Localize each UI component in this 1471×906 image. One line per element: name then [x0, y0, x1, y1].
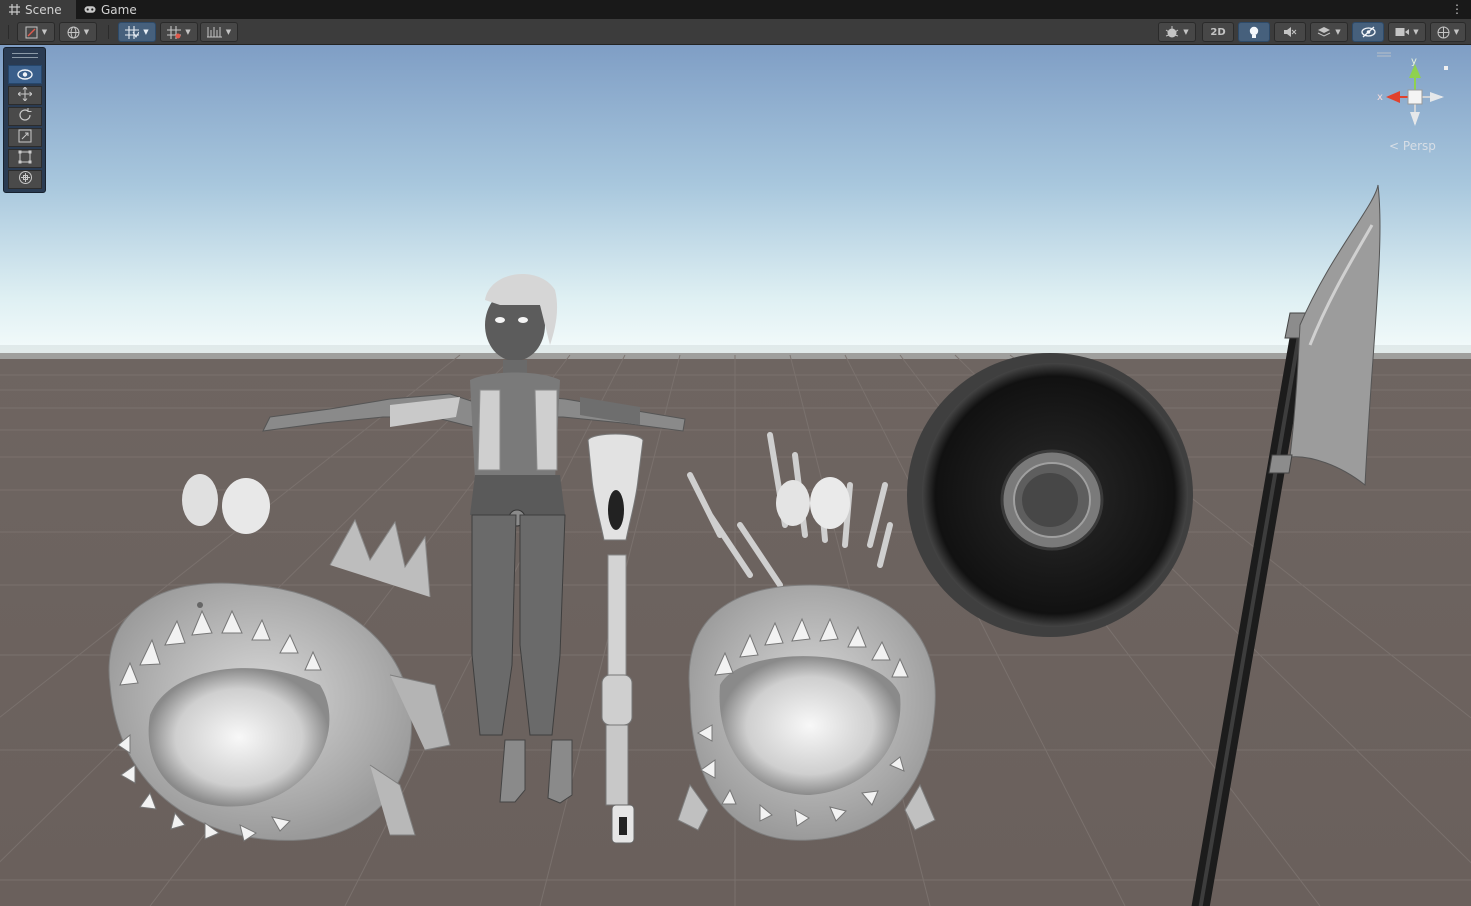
eye-slash-icon [1360, 26, 1376, 38]
camera-dropdown[interactable]: ▼ [1388, 22, 1426, 42]
speaker-muted-icon [1283, 26, 1297, 38]
rotate-icon [18, 107, 32, 126]
chevron-down-icon: ▼ [1413, 28, 1419, 36]
rotate-tool-button[interactable] [8, 107, 42, 126]
chevron-down-icon: ▼ [1183, 28, 1189, 36]
rect-transform-icon [18, 149, 32, 168]
camera-icon [1395, 27, 1410, 37]
gizmos-dropdown[interactable]: ▼ [1158, 22, 1196, 42]
tab-scene[interactable]: Scene [0, 0, 76, 19]
grid-icon [8, 4, 20, 16]
chevron-down-icon: ▼ [143, 28, 149, 36]
axis-gizmo-icon: y x [1377, 52, 1448, 126]
scale-icon [18, 128, 32, 147]
chevron-left-icon: < [1389, 139, 1400, 153]
scene-render [0, 45, 1471, 906]
chevron-down-icon: ▼ [225, 28, 232, 36]
lightbulb-icon [1249, 26, 1259, 39]
gamepad-icon [84, 4, 96, 16]
increment-snap-dropdown[interactable]: ▼ [200, 22, 238, 42]
2d-toggle[interactable]: 2D [1202, 22, 1234, 42]
globe-icon [67, 26, 80, 39]
more-options-icon[interactable]: ⋮ [1451, 2, 1463, 16]
effects-dropdown[interactable]: ▼ [1310, 22, 1348, 42]
grid-snap-icon [125, 25, 140, 39]
chevron-down-icon: ▼ [185, 28, 191, 36]
projection-label: Persp [1402, 139, 1436, 153]
hidden-objects-toggle[interactable] [1352, 22, 1384, 42]
toolbar-divider [8, 25, 9, 39]
tab-game[interactable]: Game [76, 0, 146, 19]
chevron-down-icon: ▼ [41, 28, 48, 36]
projection-toggle[interactable]: < Persp [1389, 139, 1436, 153]
move-icon [17, 86, 33, 105]
lighting-toggle[interactable] [1238, 22, 1270, 42]
transform-tool-button[interactable] [8, 170, 42, 189]
draw-mode-icon [25, 26, 38, 39]
draw-mode-dropdown[interactable]: ▼ [17, 22, 55, 42]
axis-y-label: y [1411, 56, 1417, 67]
rect-tool-button[interactable] [8, 149, 42, 168]
toolbar-divider [108, 25, 109, 39]
view-tool-button[interactable] [8, 65, 42, 84]
transform-icon [18, 170, 33, 189]
grid-snap-toggle[interactable]: ▼ [118, 22, 156, 42]
global-dropdown[interactable]: ▼ [59, 22, 97, 42]
orientation-icon [1437, 26, 1450, 39]
bug-icon [1165, 25, 1179, 39]
grid-visibility-dropdown[interactable]: ▼ [160, 22, 198, 42]
tab-label: Game [101, 2, 137, 17]
tab-label: Scene [25, 2, 62, 17]
scene-toolbar: ▼ ▼ ▼ ▼ ▼ ▼ 2D ▼ ▼ ▼ [0, 19, 1471, 45]
move-tool-button[interactable] [8, 86, 42, 105]
scene-viewport[interactable] [0, 45, 1471, 906]
window-tab-bar: Scene Game ⋮ [0, 0, 1471, 19]
palette-grip[interactable] [12, 53, 38, 58]
layers-icon [1317, 26, 1331, 38]
audio-toggle[interactable] [1274, 22, 1306, 42]
chevron-down-icon: ▼ [1335, 28, 1341, 36]
shield-model[interactable] [907, 353, 1193, 637]
axis-x-label: x [1377, 92, 1383, 103]
orientation-dropdown[interactable]: ▼ [1430, 22, 1466, 42]
eye-icon [17, 65, 33, 84]
tool-palette [3, 47, 46, 193]
chevron-down-icon: ▼ [83, 28, 90, 36]
grid-icon [167, 25, 182, 39]
ruler-icon [206, 26, 222, 38]
chevron-down-icon: ▼ [1453, 28, 1460, 36]
scale-tool-button[interactable] [8, 128, 42, 147]
